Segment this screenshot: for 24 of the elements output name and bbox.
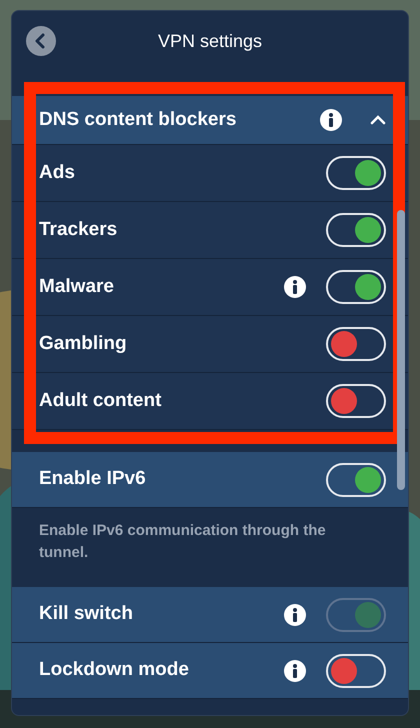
chevron-icon bbox=[370, 115, 386, 125]
row-label: Trackers bbox=[39, 218, 118, 242]
setting-row[interactable]: Enable IPv6 bbox=[12, 452, 408, 508]
info-icon[interactable] bbox=[284, 276, 306, 298]
row-label: Kill switch bbox=[39, 602, 134, 626]
row-label: Enable IPv6 bbox=[39, 467, 147, 492]
window-title: VPN settings bbox=[158, 30, 262, 53]
blocker-row[interactable]: Gambling bbox=[12, 316, 408, 373]
section-header[interactable]: DNS content blockers bbox=[12, 96, 408, 145]
setting-description: Enable IPv6 communication through the tunnel. bbox=[39, 521, 327, 563]
back-button[interactable] bbox=[26, 26, 56, 56]
info-icon[interactable] bbox=[284, 660, 306, 682]
blocker-row[interactable]: Malware bbox=[12, 259, 408, 316]
row-label: Malware bbox=[39, 274, 115, 299]
info-icon[interactable] bbox=[320, 109, 342, 131]
row-label: Lockdown mode bbox=[39, 658, 190, 682]
blocker-row[interactable]: Ads bbox=[12, 145, 408, 202]
row-label: Gambling bbox=[39, 332, 128, 356]
blocker-row[interactable]: Adult content bbox=[12, 373, 408, 430]
row-label: Ads bbox=[39, 160, 76, 185]
section-title: DNS content blockers bbox=[39, 108, 238, 132]
blocker-row[interactable]: Trackers bbox=[12, 202, 408, 259]
row-label: Adult content bbox=[39, 388, 162, 413]
setting-row[interactable]: Lockdown mode bbox=[12, 643, 408, 699]
